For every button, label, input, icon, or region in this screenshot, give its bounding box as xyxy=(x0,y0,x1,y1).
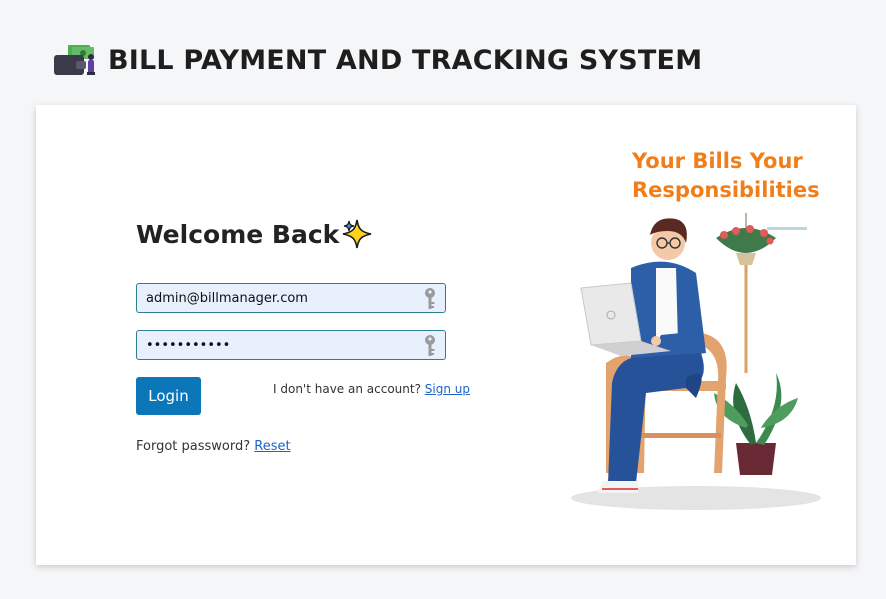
app-title: BILL PAYMENT AND TRACKING SYSTEM xyxy=(108,44,703,76)
signup-prompt: I don't have an account? Sign up xyxy=(273,382,470,396)
email-input[interactable] xyxy=(137,284,416,312)
key-icon xyxy=(425,288,435,309)
signup-link[interactable]: Sign up xyxy=(425,382,470,396)
tagline: Your Bills Your Responsibilities xyxy=(632,149,820,202)
person-with-laptop-illustration xyxy=(571,213,821,510)
welcome-heading-text: Welcome Back xyxy=(136,219,340,249)
password-input[interactable] xyxy=(137,331,416,359)
wallet-icon xyxy=(54,45,95,75)
key-icon xyxy=(425,335,435,356)
login-card: Welcome Back Login I don't have an accou… xyxy=(36,105,856,565)
welcome-heading: Welcome Back xyxy=(136,217,375,251)
password-field[interactable] xyxy=(136,330,446,360)
email-field[interactable] xyxy=(136,283,446,313)
login-button[interactable]: Login xyxy=(136,377,201,415)
no-account-text: I don't have an account? xyxy=(273,382,421,396)
forgot-password-prompt: Forgot password? Reset xyxy=(136,439,291,454)
app-header: BILL PAYMENT AND TRACKING SYSTEM xyxy=(52,38,702,82)
sparkle-icon xyxy=(343,219,372,249)
reset-link[interactable]: Reset xyxy=(254,439,290,454)
forgot-text: Forgot password? xyxy=(136,439,251,454)
